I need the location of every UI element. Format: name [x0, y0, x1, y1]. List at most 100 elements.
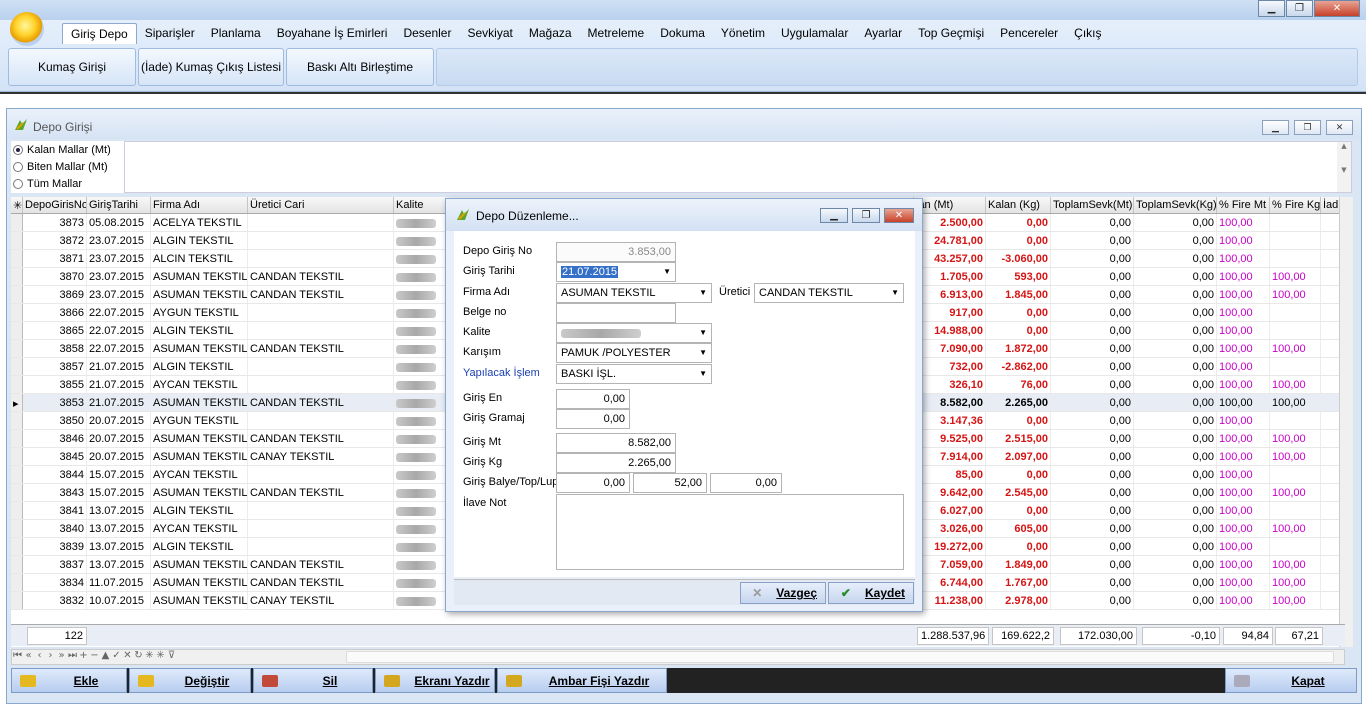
kumas-girisi-button[interactable]: Kumaş Girişi [8, 48, 136, 86]
menu-item[interactable]: Mağaza [521, 23, 580, 44]
label-kalite: Kalite [463, 326, 491, 338]
menu-item[interactable]: Ayarlar [856, 23, 910, 44]
menu-item[interactable]: Yönetim [713, 23, 773, 44]
giris-en-input[interactable]: 0,00 [556, 389, 630, 409]
ekrani-yazdir-button[interactable]: Ekranı Yazdır [375, 668, 495, 693]
menu-item[interactable]: Planlama [203, 23, 269, 44]
add-icon[interactable]: + [78, 650, 89, 661]
next-page-icon[interactable]: » [56, 650, 67, 661]
minimize-icon[interactable]: ▁ [1258, 0, 1285, 17]
up-icon[interactable]: ▲ [100, 650, 111, 661]
col-sevk-mt[interactable]: ToplamSevk(Mt) [1051, 197, 1134, 213]
dialog-maximize-icon[interactable]: ❐ [852, 208, 880, 223]
col-tarih[interactable]: GirişTarihi [87, 197, 151, 213]
kalite-dropdown[interactable] [556, 323, 712, 343]
menu-item[interactable]: Sevkiyat [459, 23, 520, 44]
check-icon[interactable]: ✓ [111, 650, 122, 661]
ekle-button[interactable]: Ekle [11, 668, 127, 693]
ilave-not-textarea[interactable] [556, 494, 904, 570]
col-fire-mt[interactable]: % Fire Mt [1217, 197, 1270, 213]
next-icon[interactable]: › [45, 650, 56, 661]
menu-item[interactable]: Siparişler [137, 23, 203, 44]
lup-input[interactable]: 0,00 [710, 473, 782, 493]
window-restore-icon[interactable]: ❐ [1294, 120, 1321, 135]
app-orb-icon[interactable] [10, 12, 44, 46]
giris-mt-input[interactable]: 8.582,00 [556, 433, 676, 453]
cell-fire-kg: 100,00 [1270, 430, 1321, 447]
redacted-text [396, 543, 436, 552]
ambar-fisi-yazdir-button[interactable]: Ambar Fişi Yazdır [497, 668, 667, 693]
top-input[interactable]: 52,00 [633, 473, 707, 493]
menu-item[interactable]: Pencereler [992, 23, 1066, 44]
first-page-icon[interactable]: ⏮ [12, 650, 23, 661]
cell-kalan-kg: 0,00 [986, 214, 1051, 231]
prev-icon[interactable]: ‹ [34, 650, 45, 661]
cancel-icon[interactable]: ✕ [122, 650, 133, 661]
cell-tarih: 21.07.2015 [87, 394, 151, 411]
cell-fire-mt: 100,00 [1217, 430, 1270, 447]
col-uretici[interactable]: Üretici Cari [248, 197, 394, 213]
menu-item[interactable]: Dokuma [652, 23, 713, 44]
bookmark-icon[interactable]: ✳ [144, 650, 155, 661]
menu-item[interactable]: Desenler [395, 23, 459, 44]
last-page-icon[interactable]: ⏭ [67, 650, 78, 661]
radio-icon[interactable] [13, 178, 23, 189]
menu-item[interactable]: Top Geçmişi [910, 23, 992, 44]
radio-icon[interactable] [13, 161, 23, 172]
uretici-dropdown[interactable]: CANDAN TEKSTIL [754, 283, 904, 303]
karisim-dropdown[interactable]: PAMUK /POLYESTER [556, 343, 712, 363]
window-minimize-icon[interactable]: ▁ [1262, 120, 1289, 135]
note-scrollbar[interactable]: ▲ ▼ [1337, 142, 1351, 192]
cell-firma: ASUMAN TEKSTIL [151, 556, 248, 573]
dialog-close-icon[interactable]: ✕ [884, 208, 914, 223]
prev-page-icon[interactable]: « [23, 650, 34, 661]
menu-item[interactable]: Metreleme [580, 23, 653, 44]
grid-vertical-scrollbar[interactable] [1339, 197, 1353, 647]
cell-no: 3845 [23, 448, 87, 465]
menu-item[interactable]: Boyahane İş Emirleri [269, 23, 396, 44]
window-close-icon[interactable]: ✕ [1326, 120, 1353, 135]
vazgec-button[interactable]: ✕ Vazgeç [740, 582, 826, 604]
goto-icon[interactable]: ✳ [155, 650, 166, 661]
firma-dropdown[interactable]: ASUMAN TEKSTIL [556, 283, 712, 303]
dialog-minimize-icon[interactable]: ▁ [820, 208, 848, 223]
filter-kalan[interactable]: Kalan Mallar (Mt) [11, 141, 124, 158]
giris-gramaj-input[interactable]: 0,00 [556, 409, 630, 429]
maximize-icon[interactable]: ❐ [1286, 0, 1313, 17]
filter-biten[interactable]: Biten Mallar (Mt) [11, 158, 124, 175]
kapat-button[interactable]: Kapat [1225, 668, 1357, 693]
col-no[interactable]: DepoGirisNo [23, 197, 87, 213]
baski-alti-birlestime-button[interactable]: Baskı Altı Birleştime [286, 48, 434, 86]
col-firma[interactable]: Firma Adı [151, 197, 248, 213]
cancel-icon: ✕ [752, 586, 763, 600]
refresh-icon[interactable]: ↻ [133, 650, 144, 661]
radio-checked-icon[interactable] [13, 144, 23, 155]
filter-icon[interactable]: ⊽ [166, 650, 177, 661]
col-sevk-kg[interactable]: ToplamSevk(Kg) [1134, 197, 1217, 213]
cell-uretici: CANDAN TEKSTIL [248, 286, 394, 303]
col-kalan-mt[interactable]: lan (Mt) [914, 197, 986, 213]
kaydet-button[interactable]: ✔ Kaydet [828, 582, 914, 604]
note-textarea[interactable]: ▲ ▼ [124, 141, 1352, 193]
islem-dropdown[interactable]: BASKI İŞL. [556, 364, 712, 384]
menu-item[interactable]: Giriş Depo [62, 23, 137, 44]
grid-horizontal-scrollbar[interactable] [346, 651, 1334, 663]
col-kalan-kg[interactable]: Kalan (Kg) [986, 197, 1051, 213]
col-fire-kg[interactable]: % Fire Kg [1270, 197, 1321, 213]
filter-tum[interactable]: Tüm Mallar [11, 175, 124, 192]
cell-kalan-mt: 9.642,00 [914, 484, 986, 501]
close-icon[interactable]: ✕ [1314, 0, 1360, 17]
iade-kumas-cikis-button[interactable]: (İade) Kumaş Çıkış Listesi [138, 48, 284, 86]
menu-item[interactable]: Uygulamalar [773, 23, 856, 44]
sil-button[interactable]: Sil [253, 668, 373, 693]
giris-no-field[interactable]: 3.853,00 [556, 242, 676, 262]
balye-input[interactable]: 0,00 [556, 473, 630, 493]
giris-kg-input[interactable]: 2.265,00 [556, 453, 676, 473]
remove-icon[interactable]: − [89, 650, 100, 661]
degistir-button[interactable]: Değiştir [129, 668, 251, 693]
belge-no-input[interactable] [556, 303, 676, 323]
cell-fire-mt: 100,00 [1217, 412, 1270, 429]
giris-tarihi-picker[interactable]: 21.07.2015 [556, 262, 676, 282]
redacted-text [396, 579, 436, 588]
menu-item[interactable]: Çıkış [1066, 23, 1109, 44]
